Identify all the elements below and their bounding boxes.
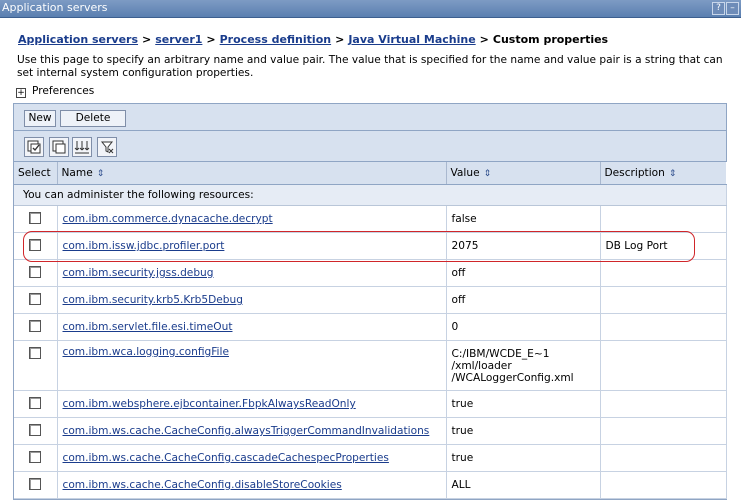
page-description: Use this page to specify an arbitrary na… bbox=[17, 54, 723, 79]
row-select-checkbox[interactable] bbox=[29, 238, 42, 251]
select-header-label: Select bbox=[18, 167, 51, 179]
name-header-label: Name bbox=[61, 167, 93, 179]
deselect-all-icon[interactable] bbox=[49, 137, 69, 157]
property-value: false bbox=[446, 205, 601, 233]
property-name-link[interactable]: com.ibm.wca.logging.configFile bbox=[63, 346, 229, 358]
property-value: true bbox=[446, 444, 601, 472]
sort-icon[interactable]: ⇕ bbox=[97, 169, 105, 179]
property-description bbox=[600, 259, 727, 287]
property-value: true bbox=[446, 417, 601, 445]
table-row: com.ibm.ws.cache.CacheConfig.disableStor… bbox=[14, 471, 727, 499]
row-select-checkbox[interactable] bbox=[29, 423, 42, 436]
breadcrumb-link-application-servers[interactable]: Application servers bbox=[18, 33, 138, 46]
select-all-icon[interactable] bbox=[24, 137, 44, 157]
property-name-link[interactable]: com.ibm.servlet.file.esi.timeOut bbox=[63, 321, 233, 333]
minimize-button[interactable]: – bbox=[726, 2, 739, 15]
property-name-link[interactable]: com.ibm.ws.cache.CacheConfig.cascadeCach… bbox=[63, 452, 389, 464]
description-header-label: Description bbox=[604, 167, 665, 179]
window-titlebar: Application servers ? – bbox=[0, 0, 741, 18]
breadcrumb-link-jvm[interactable]: Java Virtual Machine bbox=[348, 33, 475, 46]
property-value-line: /xml/loader bbox=[451, 359, 512, 372]
name-column-header[interactable]: Name ⇕ bbox=[57, 162, 447, 185]
breadcrumb-separator: > bbox=[335, 33, 345, 46]
table-row: com.ibm.wca.logging.configFile C:/IBM/WC… bbox=[14, 340, 727, 391]
filter-icon[interactable] bbox=[72, 137, 92, 157]
breadcrumb-link-server1[interactable]: server1 bbox=[155, 33, 202, 46]
property-description bbox=[600, 313, 727, 341]
breadcrumb-separator: > bbox=[206, 33, 216, 46]
property-description bbox=[600, 340, 727, 391]
property-value: ALL bbox=[446, 471, 601, 499]
property-description bbox=[600, 444, 727, 472]
breadcrumb-separator: > bbox=[479, 33, 489, 46]
property-value: off bbox=[446, 286, 601, 314]
property-value: 2075 bbox=[446, 232, 601, 260]
property-description bbox=[600, 471, 727, 499]
custom-properties-table: Select Name ⇕ Value ⇕ Description ⇕ You can… bbox=[14, 162, 727, 499]
property-name-link[interactable]: com.ibm.issw.jdbc.profiler.port bbox=[63, 240, 225, 252]
breadcrumb-current: Custom properties bbox=[492, 33, 609, 46]
clear-filter-icon[interactable] bbox=[97, 137, 117, 157]
row-select-checkbox[interactable] bbox=[29, 396, 42, 409]
breadcrumb-separator: > bbox=[142, 33, 152, 46]
property-value: true bbox=[446, 390, 601, 418]
row-select-checkbox[interactable] bbox=[29, 319, 42, 332]
icon-toolbar bbox=[14, 131, 726, 162]
breadcrumb: Application servers > server1 > Process defi… bbox=[18, 33, 608, 46]
preferences-label: Preferences bbox=[32, 85, 95, 97]
property-value: C:/IBM/WCDE_E~1 /xml/loader /WCALoggerCo… bbox=[446, 340, 601, 391]
delete-button[interactable]: Delete bbox=[60, 110, 126, 127]
select-column-header: Select bbox=[14, 162, 58, 185]
property-description bbox=[600, 417, 727, 445]
help-button[interactable]: ? bbox=[712, 2, 725, 15]
row-select-checkbox[interactable] bbox=[29, 292, 42, 305]
table-row: com.ibm.commerce.dynacache.decrypt false bbox=[14, 205, 727, 233]
admin-resources-text: You can administer the following resourc… bbox=[14, 184, 727, 206]
table-header-row: Select Name ⇕ Value ⇕ Description ⇕ bbox=[14, 162, 726, 185]
table-row: com.ibm.security.jgss.debug off bbox=[14, 259, 727, 287]
property-name-link[interactable]: com.ibm.ws.cache.CacheConfig.disableStor… bbox=[63, 479, 342, 491]
property-name-link[interactable]: com.ibm.security.jgss.debug bbox=[63, 267, 214, 279]
property-value: 0 bbox=[446, 313, 601, 341]
property-description: DB Log Port bbox=[600, 232, 727, 260]
property-name-link[interactable]: com.ibm.commerce.dynacache.decrypt bbox=[63, 213, 273, 225]
property-name-link[interactable]: com.ibm.security.krb5.Krb5Debug bbox=[63, 294, 243, 306]
property-value: off bbox=[446, 259, 601, 287]
button-toolbar: New Delete bbox=[14, 104, 726, 131]
value-column-header[interactable]: Value ⇕ bbox=[446, 162, 601, 185]
row-select-checkbox[interactable] bbox=[29, 477, 42, 490]
property-name-link[interactable]: com.ibm.ws.cache.CacheConfig.alwaysTrigg… bbox=[63, 425, 430, 437]
property-description bbox=[600, 286, 727, 314]
table-row: com.ibm.issw.jdbc.profiler.port 2075 DB … bbox=[14, 232, 727, 260]
sort-icon[interactable]: ⇕ bbox=[669, 169, 677, 179]
value-header-label: Value bbox=[450, 167, 480, 179]
table-row: com.ibm.servlet.file.esi.timeOut 0 bbox=[14, 313, 727, 341]
table-row: com.ibm.ws.cache.CacheConfig.cascadeCach… bbox=[14, 444, 727, 472]
property-name-link[interactable]: com.ibm.websphere.ejbcontainer.FbpkAlway… bbox=[63, 398, 356, 410]
new-button[interactable]: New bbox=[24, 110, 56, 127]
row-select-checkbox[interactable] bbox=[29, 347, 42, 359]
row-select-checkbox[interactable] bbox=[29, 211, 42, 224]
expand-icon[interactable]: + bbox=[16, 88, 26, 98]
resource-panel: New Delete Select Name ⇕ Value ⇕ Descripti… bbox=[13, 103, 727, 500]
row-select-checkbox[interactable] bbox=[29, 450, 42, 463]
property-value-line: C:/IBM/WCDE_E~1 bbox=[451, 347, 550, 360]
table-row: com.ibm.ws.cache.CacheConfig.alwaysTrigg… bbox=[14, 417, 727, 445]
preferences-toggle[interactable]: + Preferences bbox=[16, 85, 95, 98]
sort-icon[interactable]: ⇕ bbox=[484, 169, 492, 179]
property-description bbox=[600, 390, 727, 418]
window-title: Application servers bbox=[2, 1, 108, 14]
property-description bbox=[600, 205, 727, 233]
row-select-checkbox[interactable] bbox=[29, 265, 42, 278]
description-column-header[interactable]: Description ⇕ bbox=[600, 162, 726, 185]
admin-resources-row: You can administer the following resourc… bbox=[14, 184, 727, 206]
property-value-line: /WCALoggerConfig.xml bbox=[451, 371, 574, 384]
breadcrumb-link-process-definition[interactable]: Process definition bbox=[220, 33, 331, 46]
table-row: com.ibm.websphere.ejbcontainer.FbpkAlway… bbox=[14, 390, 727, 418]
table-row: com.ibm.security.krb5.Krb5Debug off bbox=[14, 286, 727, 314]
